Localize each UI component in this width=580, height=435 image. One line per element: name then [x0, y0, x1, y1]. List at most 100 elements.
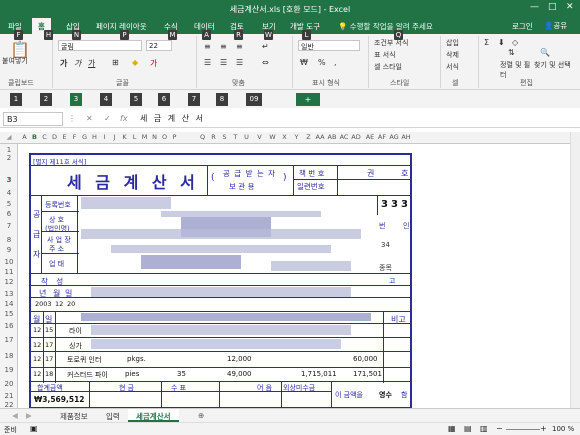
- maximize-icon[interactable]: □: [548, 2, 557, 12]
- font-size-box[interactable]: 22: [146, 40, 172, 51]
- col-header[interactable]: P: [170, 133, 179, 141]
- paste-button[interactable]: 붙여넣기: [2, 56, 28, 66]
- currency-icon[interactable]: ₩: [300, 58, 308, 67]
- row-number[interactable]: 17: [0, 336, 18, 344]
- zoom-in-icon[interactable]: +: [540, 424, 547, 433]
- row-number[interactable]: 4: [0, 189, 18, 197]
- row-number[interactable]: 8: [0, 236, 18, 244]
- cell-styles-button[interactable]: 셀 스타일: [374, 62, 402, 72]
- col-header[interactable]: Y: [292, 133, 301, 141]
- percent-icon[interactable]: %: [318, 58, 326, 67]
- invoice-title[interactable]: 세 금 계 산 서: [67, 169, 199, 193]
- row-number[interactable]: 18: [0, 352, 18, 360]
- col-header[interactable]: J: [110, 133, 119, 141]
- align-bottom-icon[interactable]: ≡: [236, 42, 243, 51]
- row-number[interactable]: 9: [0, 246, 18, 254]
- row-number[interactable]: 10: [0, 258, 18, 266]
- delete-cells-button[interactable]: 삭제: [446, 50, 459, 60]
- next-sheet-icon[interactable]: ▶: [18, 409, 40, 422]
- align-center-icon[interactable]: ☰: [220, 58, 227, 67]
- sheet-tab-invoice[interactable]: 세금계산서: [128, 409, 179, 422]
- autosum-icon[interactable]: Σ: [484, 38, 489, 47]
- add-qat-button[interactable]: +: [296, 93, 320, 106]
- col-header[interactable]: C: [40, 133, 49, 141]
- minimize-icon[interactable]: —: [530, 2, 539, 12]
- page-break-icon[interactable]: ▥: [480, 424, 488, 433]
- select-all-icon[interactable]: ◢: [0, 133, 18, 141]
- underline-icon[interactable]: 가: [88, 58, 95, 69]
- row-number[interactable]: 1: [0, 146, 18, 154]
- format-cells-button[interactable]: 서식: [446, 62, 459, 72]
- align-right-icon[interactable]: ☰: [236, 58, 243, 67]
- col-header[interactable]: AA: [314, 133, 326, 141]
- add-sheet-icon[interactable]: ⊕: [190, 409, 212, 422]
- formula-input[interactable]: 세 금 계 산 서: [140, 113, 205, 124]
- row-number[interactable]: 21: [0, 392, 18, 400]
- col-header[interactable]: AH: [400, 133, 412, 141]
- comma-icon[interactable]: ,: [334, 58, 337, 67]
- col-header[interactable]: B: [30, 133, 39, 141]
- col-header[interactable]: W: [268, 133, 277, 141]
- row-number[interactable]: 5: [0, 200, 18, 208]
- col-header[interactable]: F: [70, 133, 79, 141]
- col-header[interactable]: G: [80, 133, 89, 141]
- normal-view-icon[interactable]: ▦: [448, 424, 456, 433]
- col-header[interactable]: S: [220, 133, 229, 141]
- col-header[interactable]: AB: [326, 133, 338, 141]
- row-number[interactable]: 13: [0, 290, 18, 298]
- zoom-out-icon[interactable]: −: [496, 424, 503, 433]
- col-header[interactable]: N: [150, 133, 159, 141]
- row-number[interactable]: 12: [0, 278, 18, 286]
- col-header[interactable]: L: [130, 133, 139, 141]
- page-layout-icon[interactable]: ▤: [464, 424, 472, 433]
- col-header[interactable]: I: [100, 133, 109, 141]
- col-header[interactable]: Q: [198, 133, 207, 141]
- row-number[interactable]: 14: [0, 300, 18, 308]
- fill-icon[interactable]: ⬇: [498, 38, 505, 47]
- col-header[interactable]: AF: [376, 133, 388, 141]
- col-header[interactable]: E: [60, 133, 69, 141]
- sheet-tab-input[interactable]: 입력: [98, 409, 128, 422]
- close-icon[interactable]: ✕: [566, 2, 574, 12]
- row-number[interactable]: 7: [0, 222, 18, 230]
- wrap-text-icon[interactable]: ↵: [262, 42, 269, 51]
- tell-me-box[interactable]: 💡 수행할 작업을 알려 주세요: [338, 21, 433, 32]
- font-color-icon[interactable]: 가: [150, 58, 157, 69]
- cancel-icon[interactable]: ✕: [86, 114, 93, 123]
- clear-icon[interactable]: ◇: [512, 38, 518, 47]
- number-format-box[interactable]: 일반: [298, 40, 360, 51]
- col-header[interactable]: R: [209, 133, 218, 141]
- border-icon[interactable]: ⊞: [112, 58, 119, 67]
- col-header[interactable]: D: [50, 133, 59, 141]
- col-header[interactable]: V: [255, 133, 264, 141]
- vertical-scrollbar[interactable]: [570, 132, 580, 408]
- italic-icon[interactable]: 가: [74, 58, 81, 69]
- col-header[interactable]: M: [140, 133, 149, 141]
- col-header[interactable]: X: [280, 133, 289, 141]
- row-number[interactable]: 16: [0, 322, 18, 330]
- row-number[interactable]: 3: [0, 176, 18, 184]
- bold-icon[interactable]: 가: [60, 58, 67, 69]
- share-button[interactable]: 👤공유: [544, 20, 567, 31]
- col-header[interactable]: K: [120, 133, 129, 141]
- find-select-icon[interactable]: 🔍: [540, 48, 550, 57]
- sort-filter-button[interactable]: 정렬 및 필터: [500, 60, 534, 80]
- sort-filter-icon[interactable]: ⇅: [508, 48, 515, 57]
- col-header[interactable]: H: [90, 133, 99, 141]
- insert-cells-button[interactable]: 삽입: [446, 38, 459, 48]
- fill-color-icon[interactable]: ◆: [132, 58, 138, 67]
- macro-record-icon[interactable]: ▣: [30, 424, 38, 433]
- row-number[interactable]: 6: [0, 210, 18, 218]
- align-left-icon[interactable]: ☰: [204, 58, 211, 67]
- row-number[interactable]: 11: [0, 268, 18, 276]
- find-select-button[interactable]: 찾기 및 선택: [534, 60, 574, 70]
- merge-cells-icon[interactable]: ⇔: [262, 58, 269, 67]
- login-link[interactable]: 로그인: [512, 21, 533, 32]
- align-middle-icon[interactable]: ≡: [220, 42, 227, 51]
- sheet-tab-product[interactable]: 제품정보: [52, 409, 96, 422]
- col-header[interactable]: T: [231, 133, 240, 141]
- enter-icon[interactable]: ✓: [104, 114, 111, 123]
- font-name-box[interactable]: 굴림: [58, 40, 142, 51]
- zoom-slider[interactable]: [506, 429, 540, 430]
- align-top-icon[interactable]: ≡: [204, 42, 211, 51]
